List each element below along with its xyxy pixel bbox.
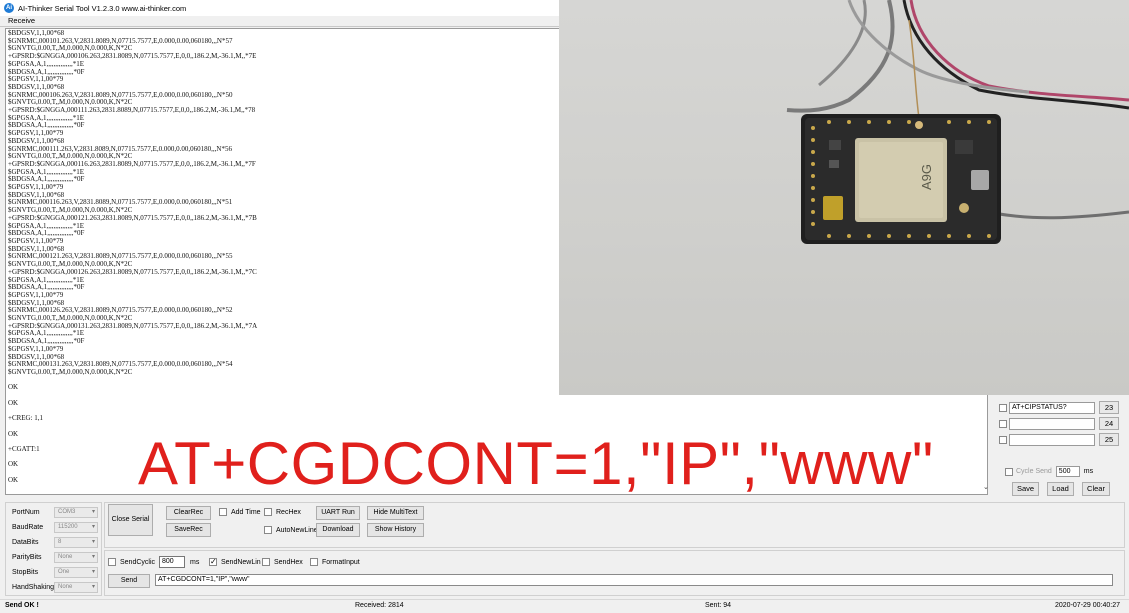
send-cyclic-label: SendCyclic [120,558,156,566]
data-bits-select[interactable]: 8 [54,537,98,548]
receive-divider [0,26,560,27]
log-line: $GNVTG,0.00,T,,M,0.000,N,0.000,K,N*2C [8,367,133,376]
save-rec-button[interactable]: SaveRec [166,523,211,537]
uart-run-button[interactable]: UART Run [316,506,360,520]
baud-rate-label: BaudRate [12,524,44,531]
status-bar: Send OK ! Received: 2814 Sent: 94 2020-0… [0,599,1129,613]
log-line: OK [8,383,19,392]
send-new-line-label: SendNewLin [221,558,261,566]
hide-multitext-button[interactable]: Hide MultiText [367,506,424,520]
multi-send-row: 24 [999,417,1119,430]
rec-hex-option[interactable]: RecHex [264,508,301,516]
cycle-send-label: Cycle Send [1016,468,1052,475]
send-cyclic-checkbox[interactable] [108,558,116,566]
send-hex-checkbox[interactable] [262,558,270,566]
status-datetime: 2020-07-29 00:40:27 [1055,602,1120,609]
auto-new-line-option[interactable]: AutoNewLine [264,526,318,534]
multi-send-button[interactable]: 25 [1099,433,1119,446]
multi-send-row: AT+CIPSTATUS? 23 [999,401,1119,414]
send-hex-option[interactable]: SendHex [262,558,303,566]
log-line: OK [8,398,19,407]
multi-send-checkbox[interactable] [999,435,1007,444]
serial-tool-window: Ai AI-Thinker Serial Tool V1.2.3.0 www.a… [0,0,1129,613]
cycle-send-interval-input[interactable]: 500 [1055,466,1080,477]
port-num-label: PortNum [12,509,40,516]
close-serial-button[interactable]: Close Serial [108,504,153,536]
multi-send-checkbox[interactable] [999,419,1007,428]
cycle-send-checkbox[interactable] [1005,467,1013,476]
hand-shaking-label: HandShaking [12,584,55,591]
app-logo-icon: Ai [4,3,14,13]
format-input-checkbox[interactable] [310,558,318,566]
cycle-send-unit: ms [1083,468,1094,475]
multi-send-input[interactable] [1009,417,1095,430]
hand-shaking-select[interactable]: None [54,582,98,593]
send-group [104,550,1125,596]
rec-hex-checkbox[interactable] [264,508,272,516]
send-cyclic-unit: ms [190,559,200,566]
multi-send-checkbox[interactable] [999,403,1007,412]
multi-send-row: 25 [999,433,1119,446]
received-count: Received: 2814 [355,602,404,609]
module-label: A9G [919,164,934,190]
send-hex-label: SendHex [274,558,303,566]
send-new-line-checkbox[interactable] [209,557,217,566]
data-bits-label: DataBits [12,539,39,546]
multi-send-button[interactable]: 23 [1099,401,1119,414]
multi-send-button[interactable]: 24 [1099,417,1119,430]
parity-bits-select[interactable]: None [54,552,98,563]
load-button[interactable]: Load [1047,482,1074,496]
clear-button[interactable]: Clear [1082,482,1110,496]
send-text-input[interactable]: AT+CGDCONT=1,"IP","www" [155,574,1113,586]
auto-new-line-checkbox[interactable] [264,526,272,534]
download-button[interactable]: Download [316,523,360,537]
send-new-line-option[interactable]: SendNewLin [209,557,261,566]
send-button[interactable]: Send [108,574,150,588]
receive-log-lines: $BDGSV,1,1,00*68 $GNRMC,000101.263,V,2831… [8,29,257,484]
show-history-button[interactable]: Show History [367,523,424,537]
status-message: Send OK ! [5,602,39,609]
clear-rec-button[interactable]: ClearRec [166,506,211,520]
port-num-select[interactable]: COM3 [54,507,98,518]
stop-bits-label: StopBits [12,569,39,576]
send-cyclic-option[interactable]: SendCyclic [108,558,155,566]
module-photo: A9G [559,0,1129,395]
rec-hex-label: RecHex [276,508,301,516]
window-title: AI-Thinker Serial Tool V1.2.3.0 www.ai-t… [18,3,187,13]
parity-bits-label: ParityBits [12,554,42,561]
baud-rate-select[interactable]: 115200 [54,522,98,533]
log-line: +CREG: 1,1 [8,414,44,423]
overlay-caption: AT+CGDCONT=1,"IP","www" [138,430,934,495]
multi-send-input[interactable]: AT+CIPSTATUS? [1009,401,1095,414]
save-button[interactable]: Save [1012,482,1039,496]
add-time-label: Add Time [231,508,261,516]
send-cyclic-interval-input[interactable]: 800 [159,556,185,568]
cycle-send-row: Cycle Send 500 ms [1005,466,1093,477]
title-bar: Ai AI-Thinker Serial Tool V1.2.3.0 www.a… [0,0,560,16]
format-input-label: FormatInput [322,558,360,566]
multi-send-input[interactable] [1009,433,1095,446]
receive-label: Receive [8,16,36,25]
stop-bits-select[interactable]: One [54,567,98,578]
module-photo-drawing: A9G [786,0,1129,244]
add-time-option[interactable]: Add Time [219,508,261,516]
auto-new-line-label: AutoNewLine [276,526,318,534]
sent-count: Sent: 94 [705,602,732,609]
scroll-down-arrow-icon[interactable]: ⌄ [983,483,989,491]
add-time-checkbox[interactable] [219,508,227,516]
format-input-option[interactable]: FormatInput [310,558,360,566]
